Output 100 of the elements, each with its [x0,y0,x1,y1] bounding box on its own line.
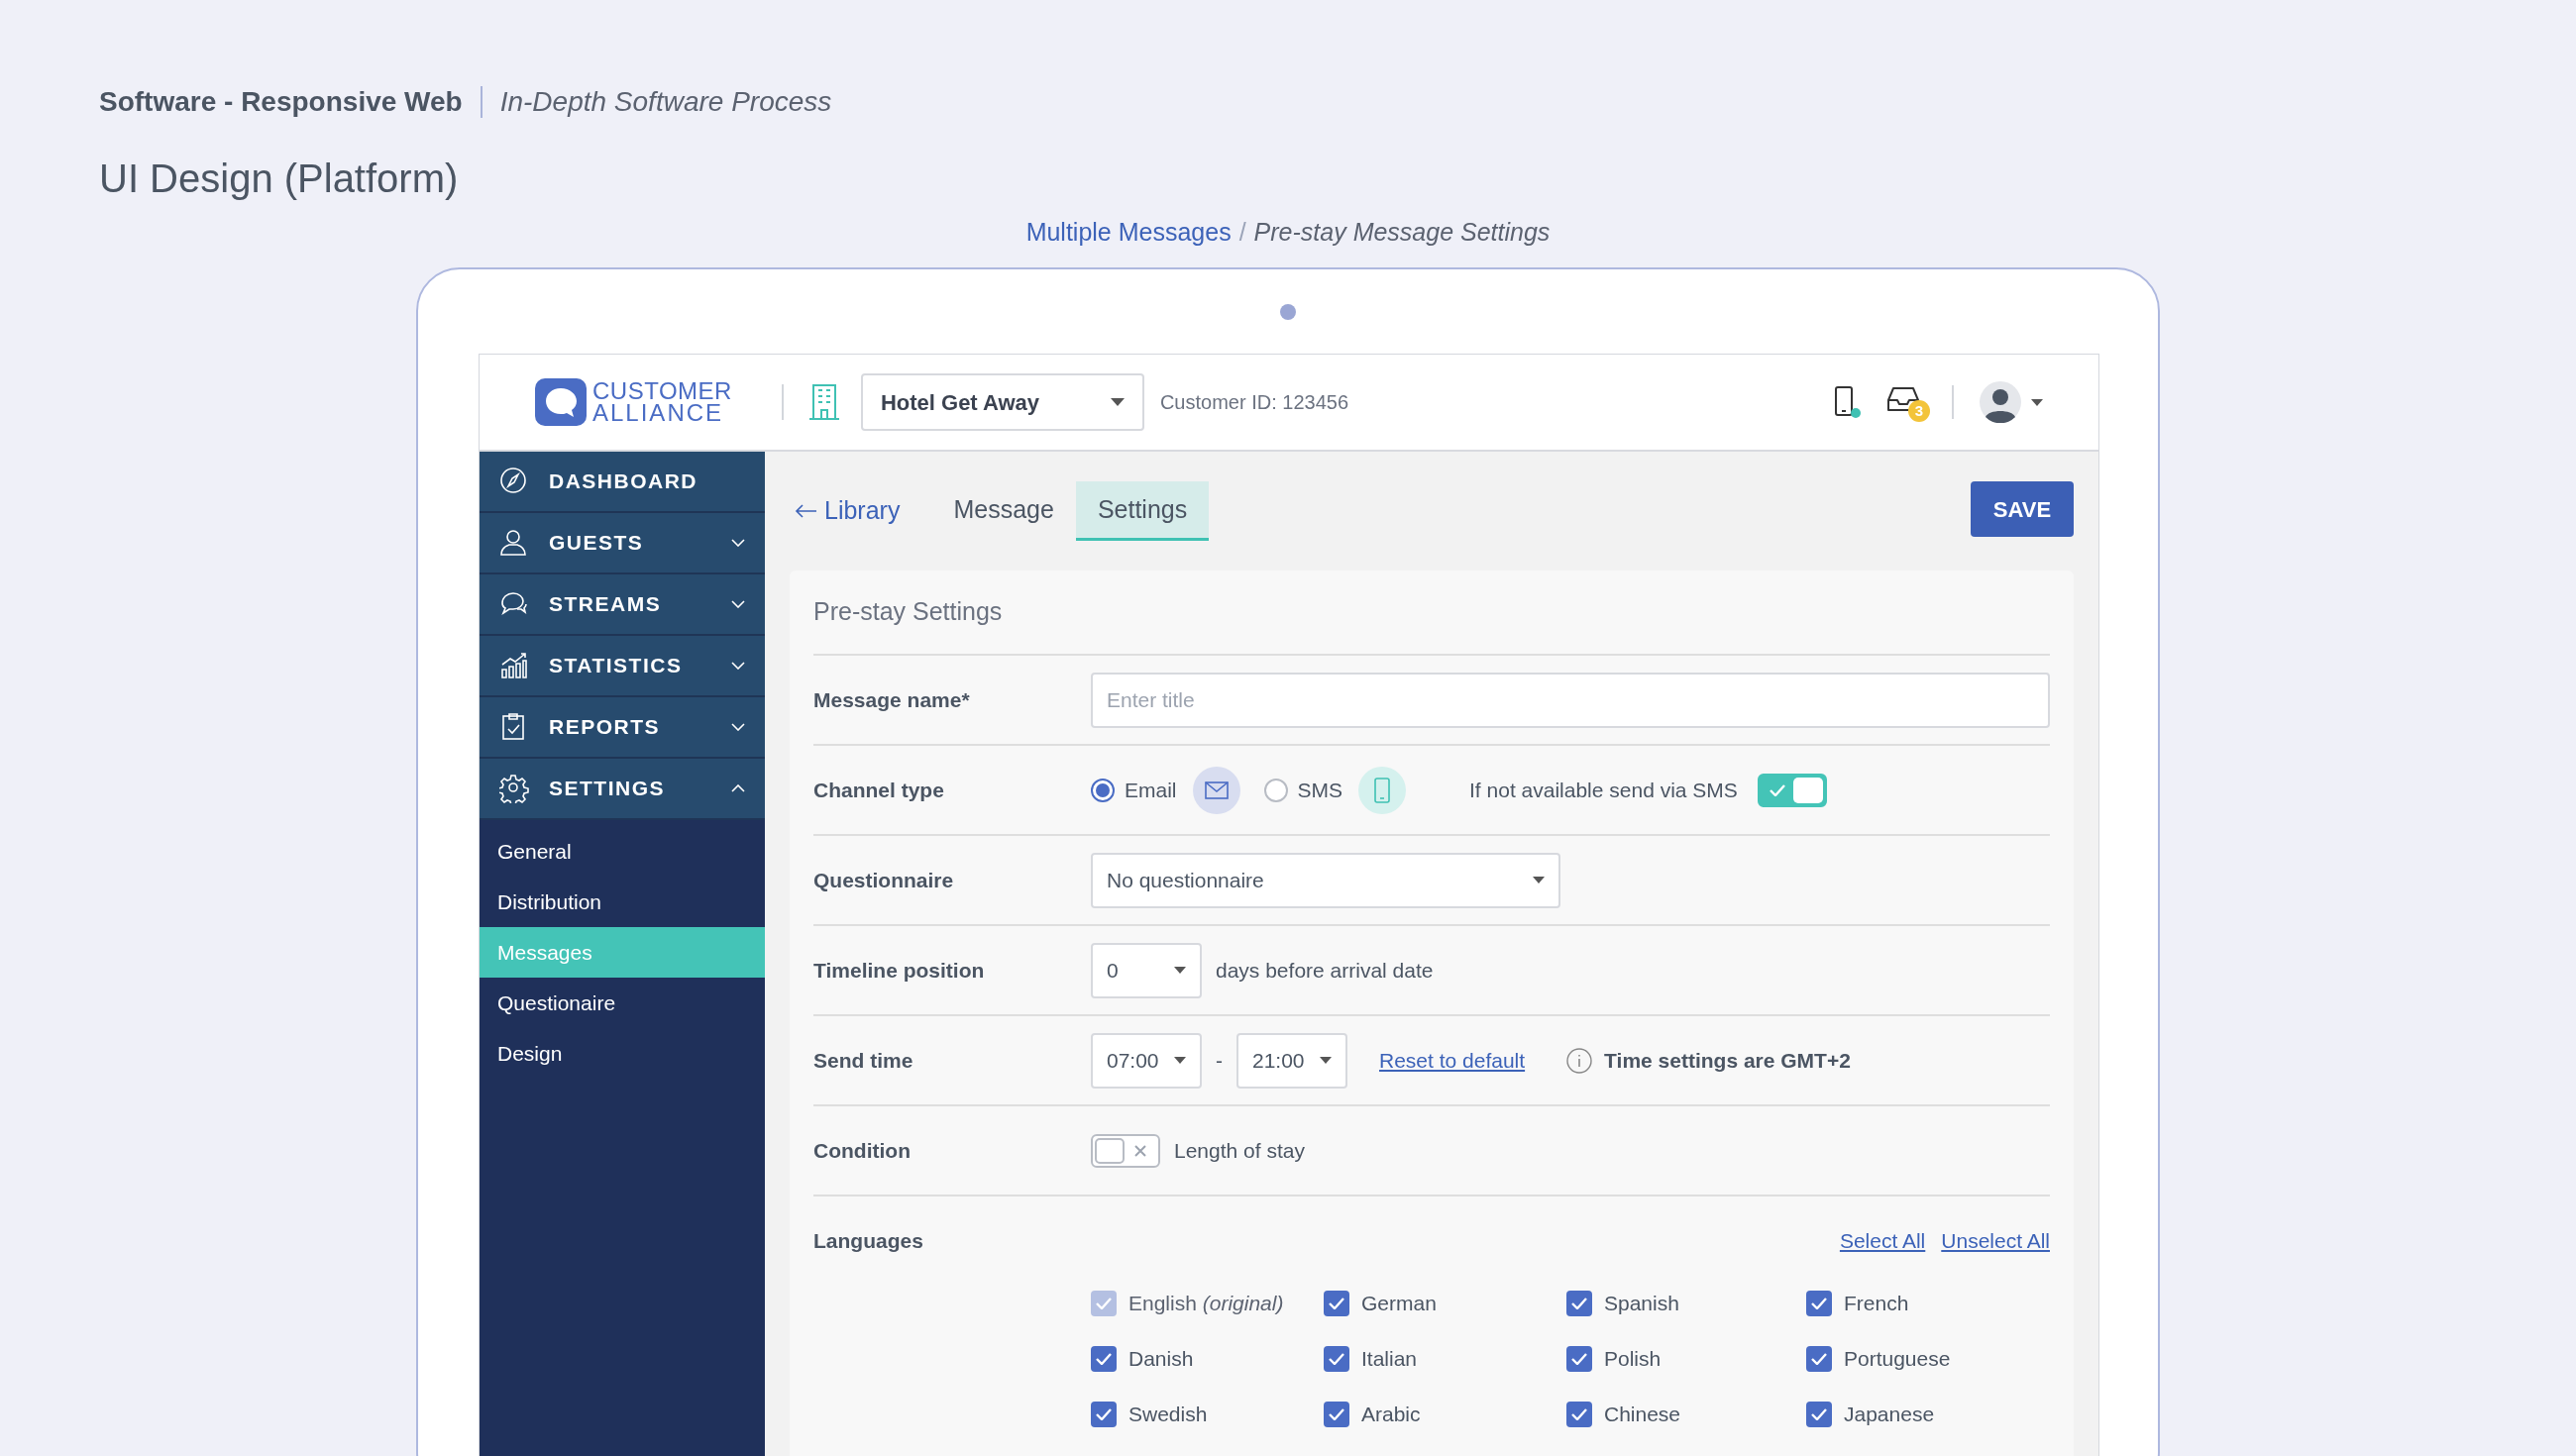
language-checkbox[interactable]: Chinese [1566,1397,1806,1432]
language-checkbox[interactable]: French [1806,1286,2004,1321]
customer-id: Customer ID: 123456 [1159,390,1348,415]
unselect-all-link[interactable]: Unselect All [1941,1225,2050,1257]
arrow-left-icon [795,504,816,518]
check-icon [1096,1353,1112,1365]
check-icon [1811,1298,1827,1309]
tab[interactable]: Settings [1075,481,1210,541]
user-menu[interactable] [1980,381,2043,423]
language-checkbox[interactable]: Italian [1324,1341,1566,1377]
check-icon [1571,1408,1587,1420]
field-label: Questionnaire [813,868,954,891]
check-icon [1571,1353,1587,1365]
project-subtitle: In-Depth Software Process [499,85,832,119]
avatar-icon [1980,381,2021,423]
caret-icon [1174,967,1186,974]
language-checkbox[interactable]: Swedish [1091,1397,1324,1432]
breadcrumb-separator: / [1238,217,1246,248]
mail-icon [1192,766,1240,814]
radio-option[interactable]: Email [1091,774,1177,806]
language-checkbox[interactable]: Arabic [1324,1397,1566,1432]
chevron-down-icon [731,600,745,608]
language-checkbox[interactable]: Japanese [1806,1397,2004,1432]
building-icon [808,383,839,421]
sidebar-item[interactable]: STREAMS [480,574,765,636]
check-icon [1329,1408,1344,1420]
check-icon [1769,783,1785,796]
settings-icon [499,774,529,803]
reset-link[interactable]: Reset to default [1379,1044,1526,1077]
chart-icon [499,651,529,680]
submenu-item[interactable]: Distribution [480,877,765,927]
field-suffix: days before arrival date [1216,957,1434,984]
field-label: Message name* [813,687,970,711]
logo-text: ALLIANCE [592,402,725,424]
badge-count: 3 [1908,400,1930,422]
check-icon [1096,1408,1112,1420]
check-icon [1811,1353,1827,1365]
sidebar-item[interactable]: SETTINGS [480,759,765,820]
toggle-switch[interactable] [1757,773,1827,807]
check-icon [1571,1298,1587,1309]
sidebar-item[interactable]: GUESTS [480,513,765,574]
chevron-down-icon [731,662,745,670]
language-checkbox[interactable]: Spanish [1566,1286,1806,1321]
caret-icon [1174,1057,1186,1064]
compass-icon [499,467,529,496]
breadcrumb-link[interactable]: Multiple Messages [1025,214,1232,252]
time-select[interactable]: 07:00 [1091,1032,1202,1089]
field-label: Channel type [813,778,944,801]
time-select[interactable]: 21:00 [1236,1032,1347,1089]
questionnaire-select[interactable]: No questionnaire [1091,852,1560,908]
check-icon [1811,1408,1827,1420]
caret-icon [1533,877,1545,884]
save-button[interactable]: SAVE [1971,481,2074,537]
hotel-select[interactable]: Hotel Get Away [860,373,1144,431]
chevron-down-icon [731,539,745,547]
radio-option[interactable]: SMS [1263,774,1343,806]
chevron-up-icon [731,784,745,792]
sidebar-item[interactable]: STATISTICS [480,636,765,697]
tab[interactable]: Message [931,481,1076,541]
language-checkbox[interactable]: Polish [1566,1341,1806,1377]
check-icon [1329,1298,1344,1309]
phone-icon [1835,386,1853,416]
logo-icon [535,378,587,426]
caret-icon [1110,398,1125,406]
toggle-switch[interactable] [1091,1133,1160,1168]
project-title: Software - Responsive Web [99,85,463,119]
toggle-label: If not available send via SMS [1469,777,1738,803]
phone-icon [1358,766,1407,814]
breadcrumb-current: Pre-stay Message Settings [1253,217,1551,248]
logo-text: CUSTOMER [592,380,732,402]
page-title: UI Design (Platform) [99,156,459,202]
chevron-down-icon [731,723,745,731]
submenu-item[interactable]: General [480,826,765,877]
sidebar-item[interactable]: DASHBOARD [480,452,765,513]
person-icon [499,528,529,558]
caret-icon [1320,1057,1332,1064]
language-checkbox[interactable]: Danish [1091,1341,1324,1377]
check-icon [1329,1353,1344,1365]
submenu-item[interactable]: Questionaire [480,978,765,1028]
range-dash: - [1216,1047,1223,1074]
info-icon [1566,1047,1593,1074]
caret-icon [2031,398,2043,406]
toggle-label: Length of stay [1174,1137,1305,1164]
back-link[interactable]: Library [790,481,932,541]
device-button[interactable] [1835,386,1861,418]
hotel-select-value: Hotel Get Away [880,388,1040,417]
days-select[interactable]: 0 [1091,942,1202,998]
select-all-link[interactable]: Select All [1839,1225,1926,1257]
field-label: Languages [813,1228,924,1255]
language-checkbox[interactable]: Portuguese [1806,1341,2004,1377]
card-title: Pre-stay Settings [813,596,1003,628]
timezone-note: Time settings are GMT+2 [1604,1047,1851,1074]
language-checkbox[interactable]: German [1324,1286,1566,1321]
close-icon [1134,1144,1146,1157]
field-label: Send time [813,1048,913,1072]
submenu-item[interactable]: Design [480,1028,765,1079]
title-input[interactable]: Enter title [1091,672,2050,728]
check-icon [1096,1298,1112,1309]
field-label: Timeline position [813,958,985,982]
sidebar-item[interactable]: REPORTS [480,697,765,759]
